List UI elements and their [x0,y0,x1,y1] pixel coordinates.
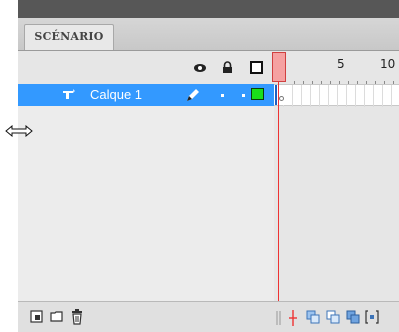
frame-track[interactable] [274,84,399,107]
ruler-label-10: 10 [380,57,396,71]
frame-cell [292,85,293,107]
layer-name: Calque 1 [90,87,143,102]
playhead-handle[interactable] [272,52,286,82]
onion-skin-icon[interactable] [306,310,320,324]
new-folder-icon[interactable] [50,309,64,323]
frame-cell [355,85,356,107]
delete-trash-icon[interactable] [70,309,84,325]
timeline-bottom-bar [18,301,399,332]
stage-edge [0,0,20,331]
timeline-body: 5 10 Calque 1 [18,51,399,331]
panel-divider-grip[interactable] [274,311,284,325]
lock-icon[interactable] [222,61,233,73]
panel-tab-bar: SCÉNARIO [18,18,399,51]
frame-cell [301,85,302,107]
keyframe-dot [279,96,284,101]
frame-cell [310,85,311,107]
ruler-label-5: 5 [337,57,345,71]
playhead-line [278,82,279,302]
frame-cell [337,85,338,107]
frame-ruler[interactable]: 5 10 [274,51,399,84]
tab-scenario[interactable]: SCÉNARIO [24,24,114,50]
frame-cell [328,85,329,107]
edit-multiple-frames-icon[interactable] [346,310,360,324]
outline-color-swatch[interactable] [251,88,264,100]
new-layer-icon[interactable] [30,309,44,323]
modify-onion-markers-icon[interactable] [365,310,379,324]
outline-icon[interactable] [250,61,263,74]
resize-cursor-icon [5,125,33,137]
frame-cell [346,85,347,107]
pencil-icon [187,89,199,101]
visibility-dot[interactable] [221,94,224,97]
frame-cell [382,85,383,107]
frame-cell [373,85,374,107]
lock-dot[interactable] [242,94,245,97]
frame-cell [364,85,365,107]
panel-title-bar [18,0,399,18]
eye-icon[interactable] [194,64,206,72]
onion-skin-outlines-icon[interactable] [326,310,340,324]
frame-cell [319,85,320,107]
center-frame-icon[interactable] [289,310,297,326]
layer-header-row: 5 10 [18,51,399,84]
timeline-panel: SCÉNARIO 5 10 Calque 1 [0,0,399,332]
layer-icon [63,89,75,99]
blank-keyframe[interactable] [275,85,286,105]
frame-cell [391,85,392,107]
layer-row-calque-1[interactable]: Calque 1 [18,84,274,106]
